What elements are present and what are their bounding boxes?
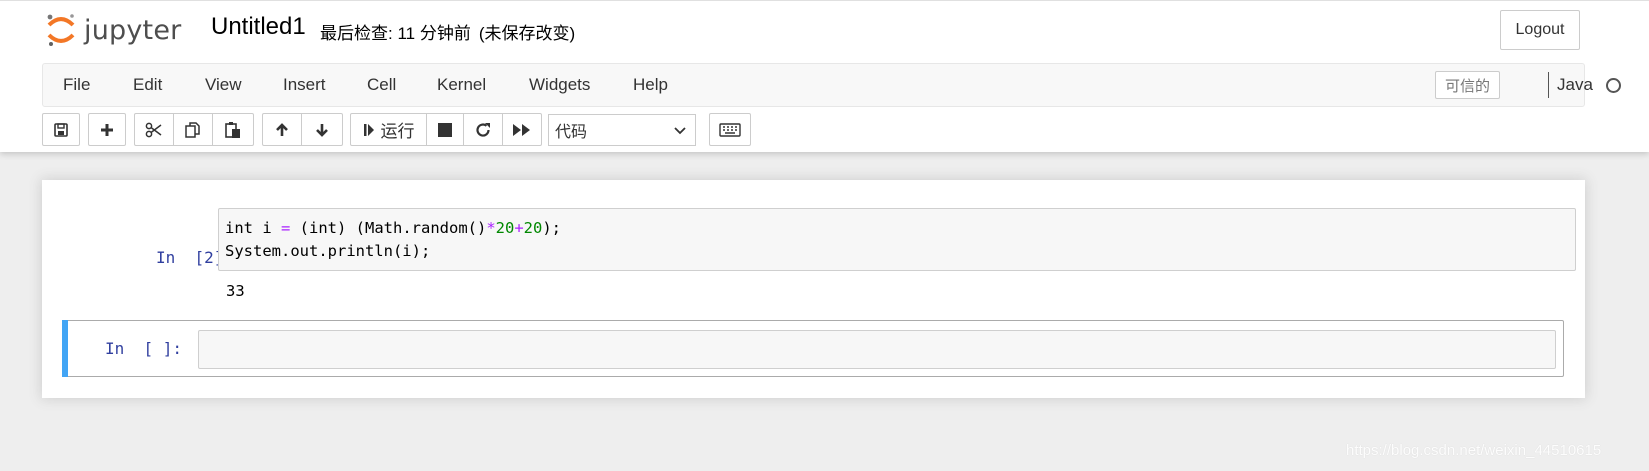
selected-code-cell[interactable]: In [ ]: [62,320,1564,377]
copy-button[interactable] [173,113,213,146]
kernel-name[interactable]: Java [1557,75,1593,95]
save-button[interactable] [42,113,80,146]
checkpoint-status: 最后检查: 11 分钟前 (未保存改变) [320,19,575,44]
kernel-idle-indicator-icon [1606,78,1621,93]
arrow-up-icon [276,122,288,136]
plus-icon [101,123,113,136]
code-editor[interactable]: int i = (int) (Math.random()*20+20); Sys… [218,208,1576,271]
unsaved-indicator: (未保存改变) [478,24,576,43]
fast-forward-icon [513,123,530,136]
code-line: int i = (int) (Math.random()*20+20); [225,219,562,237]
kernel-separator [1548,72,1549,98]
run-button[interactable]: 运行 [350,113,427,146]
watermark: https://blog.csdn.net/weixin_44510615 [1346,442,1602,459]
run-label: 运行 [380,122,415,141]
checkpoint-label: 最后检查: 11 分钟前 [320,24,471,43]
stop-icon [438,122,452,137]
cut-icon [145,122,162,137]
copy-icon [185,121,200,138]
paste-icon [225,121,240,138]
restart-run-all-button[interactable] [502,113,542,146]
keyboard-icon [719,122,741,137]
menu-view[interactable]: View [205,75,242,95]
save-icon [54,122,68,137]
interrupt-button[interactable] [426,113,464,146]
move-up-button[interactable] [262,113,302,146]
logo-text: jupyter [84,14,182,46]
menu-kernel[interactable]: Kernel [437,75,486,95]
menubar: File Edit View Insert Cell Kernel Widget… [42,63,1621,107]
menu-edit[interactable]: Edit [133,75,162,95]
code-line: System.out.println(i); [225,242,431,260]
input-prompt: In [ ]: [105,339,183,358]
menu-widgets[interactable]: Widgets [529,75,590,95]
trusted-button[interactable]: 可信的 [1435,71,1500,99]
move-down-button[interactable] [301,113,343,146]
menu-help[interactable]: Help [633,75,668,95]
code-editor[interactable] [198,330,1556,369]
cell-type-select[interactable]: 代码 [548,114,696,146]
paste-button[interactable] [212,113,254,146]
chevron-down-icon [674,127,686,135]
cut-button[interactable] [134,113,174,146]
refresh-icon [476,122,490,137]
jupyter-logo[interactable]: jupyter [46,10,181,50]
command-palette-button[interactable] [709,113,751,146]
insert-cell-button[interactable] [88,113,126,146]
menu-cell[interactable]: Cell [367,75,396,95]
arrow-down-icon [316,123,328,137]
notebook-container: In [2]: int i = (int) (Math.random()*20+… [42,180,1585,398]
logout-button[interactable]: Logout [1500,10,1580,50]
selected-cell-indicator [62,320,68,377]
step-forward-icon [363,123,374,136]
jupyter-logo-icon [47,14,75,46]
menu-file[interactable]: File [63,75,90,95]
header: jupyter Untitled1 最后检查: 11 分钟前 (未保存改变) Lo… [0,0,1649,152]
restart-button[interactable] [463,113,503,146]
cell-type-value: 代码 [555,124,588,141]
menu-insert[interactable]: Insert [283,75,326,95]
notebook-name[interactable]: Untitled1 [211,13,306,41]
cell-output: 33 [226,282,245,300]
